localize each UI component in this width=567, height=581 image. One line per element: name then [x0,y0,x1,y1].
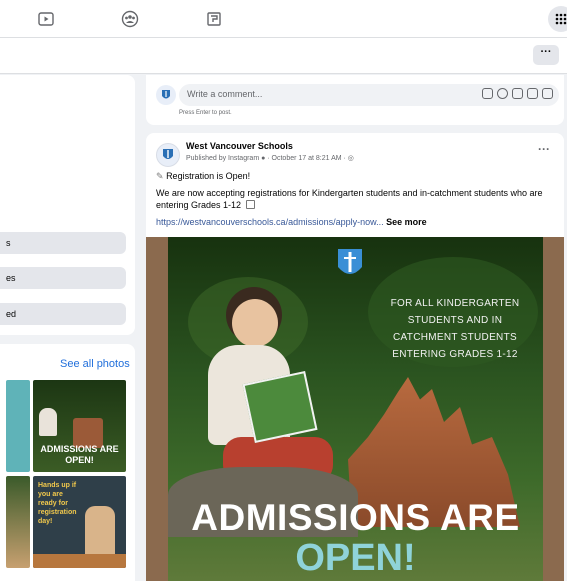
photo-thumbnail[interactable] [6,380,30,472]
comment-hint: Press Enter to post. [179,110,232,116]
post-image[interactable]: FOR ALL KINDERGARTEN STUDENTS AND IN CAT… [146,237,564,581]
comment-input[interactable]: Write a comment... [179,84,559,106]
post-headline: ✎ Registration is Open! [156,171,250,182]
watch-icon[interactable] [35,8,57,30]
thumbnail-text: Hands up if you are ready for registrati… [38,482,77,525]
post-card: West Vancouver Schools Published by Inst… [146,133,564,581]
post-body: We are now accepting registrations for K… [156,187,556,211]
see-all-photos-link[interactable]: See all photos [60,358,130,370]
post-options-button[interactable]: ··· [538,142,550,156]
intro-card: s es ed [0,75,135,335]
post-link[interactable]: https://westvancouverschools.ca/admissio… [156,217,384,227]
school-crest-logo [338,249,362,274]
post-headline-text: Registration is Open! [166,171,251,181]
photos-card: See all photos ADMISSIONS ARE OPEN! Hand… [0,344,135,581]
intro-item[interactable]: s [0,232,126,254]
camera-icon[interactable] [512,88,523,99]
top-navigation [0,0,567,38]
image-line: FOR ALL KINDERGARTEN [390,298,520,309]
avatar[interactable] [156,143,180,167]
image-line: ENTERING GRADES 1-12 [392,349,518,360]
pencil-icon: ✎ [156,171,164,181]
calendar-icon [245,200,255,209]
photo-thumbnail[interactable]: ADMISSIONS ARE OPEN! [33,380,126,472]
intro-item[interactable]: es [0,267,126,289]
thumbnail-text: ADMISSIONS ARE OPEN! [40,444,119,465]
post-link-line: https://westvancouverschools.ca/admissio… [156,217,427,227]
photo-thumbnail[interactable] [6,476,30,568]
school-crest-icon [162,90,170,99]
see-more-link[interactable]: See more [386,217,427,227]
page-more-button[interactable]: ··· [533,45,559,65]
gaming-icon[interactable] [203,8,225,30]
menu-grid-button[interactable] [548,6,567,32]
post-image-content: FOR ALL KINDERGARTEN STUDENTS AND IN CAT… [168,237,543,581]
image-line: CATCHMENT STUDENTS [393,332,517,343]
post-meta: Published by Instagram ● · October 17 at… [186,155,354,162]
school-crest-icon [163,149,173,159]
image-line: STUDENTS AND IN [407,315,503,326]
photo-thumbnail[interactable]: Hands up if you are ready for registrati… [33,476,126,568]
groups-icon[interactable] [119,8,141,30]
comment-card: Write a comment... Press Enter to post. [146,75,564,125]
post-author[interactable]: West Vancouver Schools [186,141,293,151]
page-subheader: ··· [0,38,567,74]
gif-icon[interactable] [527,88,538,99]
emoji-icon[interactable] [497,88,508,99]
image-admissions-text: ADMISSIONS ARE [191,497,520,538]
comment-placeholder: Write a comment... [187,89,263,99]
avatar [156,85,176,105]
intro-item[interactable]: ed [0,303,126,325]
grid-icon [555,13,567,25]
sticker-icon[interactable] [542,88,553,99]
avatar-sticker-icon[interactable] [482,88,493,99]
image-headline: FOR ALL KINDERGARTEN STUDENTS AND IN CAT… [380,295,530,363]
image-open-text: OPEN! [295,537,416,579]
post-body-text: We are now accepting registrations for K… [156,188,543,210]
